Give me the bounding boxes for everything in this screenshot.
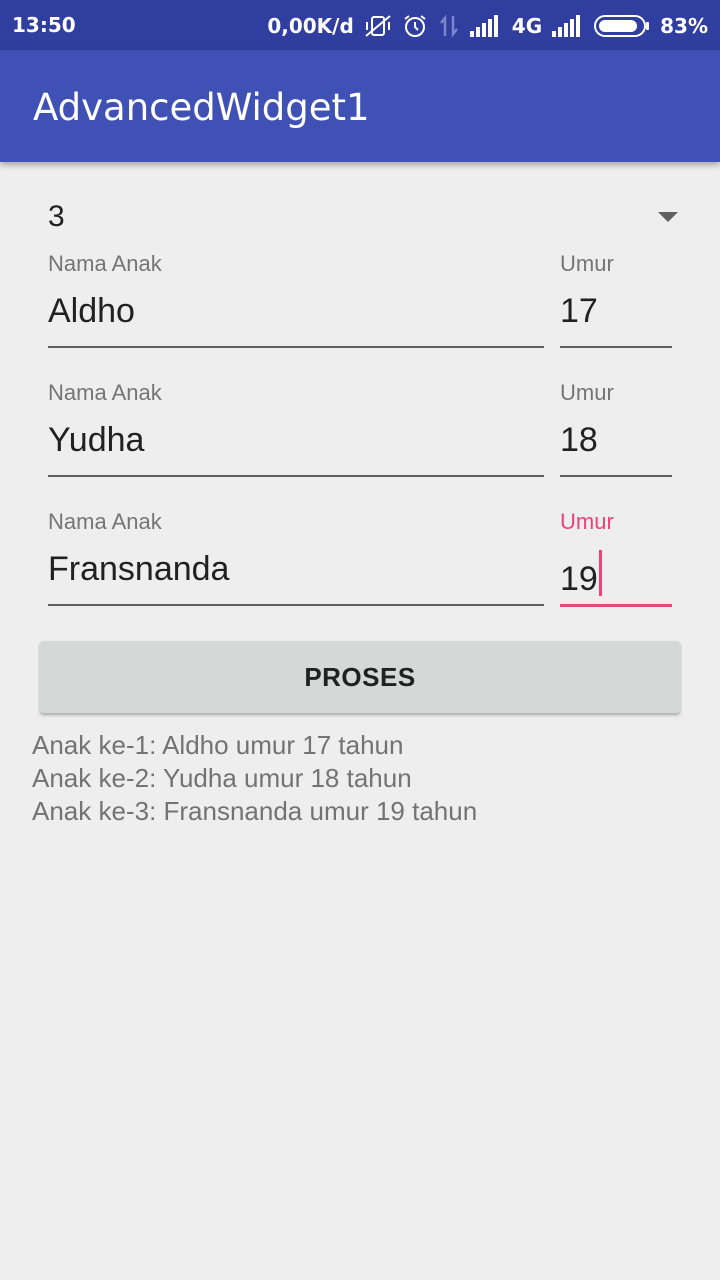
child-age-field[interactable]: 18	[560, 419, 672, 477]
data-transfer-icon	[438, 14, 460, 38]
child-age-value: 17	[560, 292, 598, 330]
result-line: Anak ke-3: Fransnanda umur 19 tahun	[32, 796, 478, 826]
child-name-field[interactable]: Yudha	[48, 419, 544, 477]
proses-button[interactable]: PROSES	[40, 641, 680, 713]
child-name-value: Aldho	[48, 292, 135, 330]
text-cursor	[598, 550, 602, 596]
status-bar: 13:50 0,00K/d 4G 83%	[0, 0, 720, 50]
battery-percent: 83%	[660, 14, 708, 38]
result-line: Anak ke-1: Aldho umur 17 tahun	[32, 730, 404, 760]
child-age-field[interactable]: 17	[560, 290, 672, 348]
dropdown-arrow-icon	[658, 212, 678, 222]
count-spinner[interactable]: 3	[48, 198, 680, 242]
spinner-selected-value: 3	[48, 200, 65, 233]
age-label: Umur	[560, 380, 614, 405]
age-label: Umur	[560, 251, 614, 276]
name-label: Nama Anak	[48, 251, 162, 276]
battery-icon	[594, 14, 650, 38]
mute-vibrate-icon	[364, 14, 392, 38]
signal-icon	[552, 15, 584, 37]
status-time: 13:50	[12, 13, 76, 37]
name-label: Nama Anak	[48, 509, 162, 534]
alarm-icon	[402, 13, 428, 39]
child-name-value: Fransnanda	[48, 550, 230, 588]
child-age-value: 18	[560, 421, 598, 459]
app-bar: AdvancedWidget1	[0, 50, 720, 162]
child-age-value: 19	[560, 560, 598, 598]
result-line: Anak ke-2: Yudha umur 18 tahun	[32, 763, 412, 793]
signal-icon	[469, 15, 502, 37]
age-label: Umur	[560, 509, 614, 534]
name-label: Nama Anak	[48, 380, 162, 405]
child-name-field[interactable]: Fransnanda	[48, 548, 544, 606]
status-icons: 0,00K/d 4G 83%	[267, 13, 708, 39]
result-text: Anak ke-1: Aldho umur 17 tahun Anak ke-2…	[32, 729, 477, 828]
child-age-value-wrap: 19	[560, 550, 602, 599]
network-type: 4G	[511, 14, 543, 38]
child-name-field[interactable]: Aldho	[48, 290, 544, 348]
child-name-value: Yudha	[48, 421, 145, 459]
app-title: AdvancedWidget1	[33, 86, 370, 129]
net-speed: 0,00K/d	[267, 14, 354, 38]
child-age-field-focused[interactable]: 19	[560, 548, 672, 607]
